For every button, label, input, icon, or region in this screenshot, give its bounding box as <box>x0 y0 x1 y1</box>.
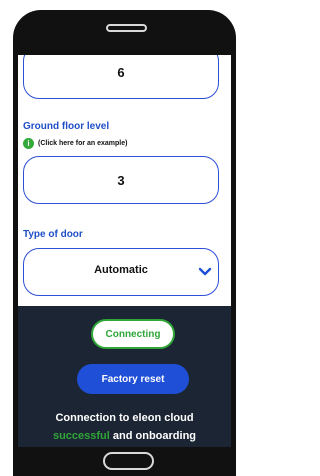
connection-panel: Connecting Factory reset Connection to e… <box>18 306 231 447</box>
status-line-1: Connection to eleon cloud <box>55 412 194 424</box>
top-number-value: 6 <box>117 64 125 80</box>
door-type-select[interactable]: Automatic <box>23 248 219 296</box>
chevron-down-icon[interactable] <box>198 267 212 277</box>
ground-floor-label: Ground floor level <box>23 121 110 132</box>
door-type-label: Type of door <box>23 229 83 240</box>
ground-floor-hint[interactable]: (Click here for an example) <box>38 140 127 147</box>
ground-floor-value: 3 <box>117 172 125 188</box>
ground-floor-hint-link[interactable]: i (Click here for an example) <box>23 138 127 149</box>
connecting-label: Connecting <box>105 328 161 340</box>
home-button[interactable] <box>103 452 154 470</box>
ground-floor-field[interactable]: 3 <box>23 156 219 204</box>
factory-reset-label: Factory reset <box>101 373 165 385</box>
door-type-value: Automatic <box>94 264 148 276</box>
top-number-field[interactable]: 6 <box>23 55 219 99</box>
app-screen: 6 Ground floor level i (Click here for a… <box>18 55 231 447</box>
speaker-icon <box>106 24 147 32</box>
status-success-word: successful <box>52 430 110 442</box>
phone-frame: 6 Ground floor level i (Click here for a… <box>13 10 236 476</box>
connection-status: Connection to eleon cloud successful and… <box>18 409 231 445</box>
status-rest: and onboarding <box>109 430 197 442</box>
info-icon[interactable]: i <box>23 138 34 149</box>
factory-reset-button[interactable]: Factory reset <box>77 364 189 394</box>
connecting-button[interactable]: Connecting <box>91 319 175 349</box>
status-line-2: successful and onboarding <box>18 427 231 445</box>
